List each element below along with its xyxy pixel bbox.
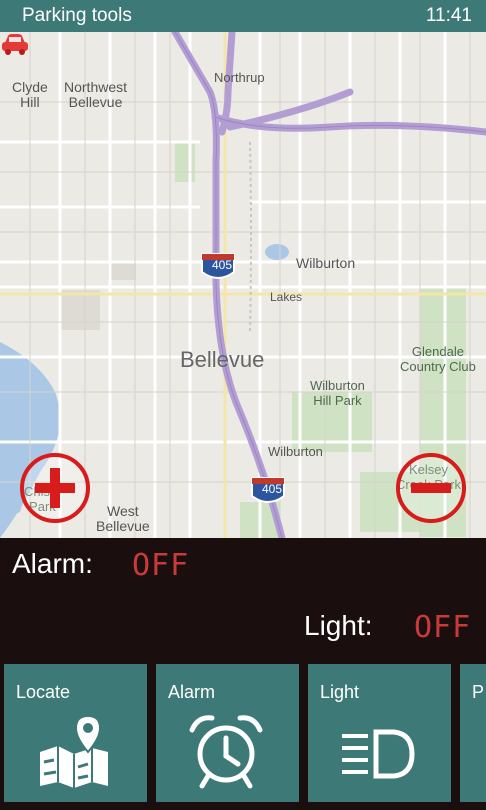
label-west-bellevue: West Bellevue [96, 503, 150, 534]
alarm-tile[interactable]: Alarm [156, 664, 299, 802]
label-wilburton-hill-park: Wilburton Hill Park [310, 378, 365, 408]
light-status-value: OFF [414, 610, 472, 645]
label-northrup: Northrup [214, 70, 265, 85]
locate-tile-label: Locate [16, 682, 71, 702]
status-panel: Alarm: OFF Light: OFF [0, 538, 486, 662]
map-view[interactable]: 405 405 Clyde Hill Northwest Bellevue No… [0, 32, 486, 538]
alarm-status-label: Alarm: [12, 548, 93, 579]
minus-icon [411, 483, 451, 493]
highway-405-label-bottom: 405 [262, 482, 283, 496]
highway-405-label-top: 405 [212, 258, 233, 272]
headlight-icon [342, 729, 415, 779]
label-glendale: Glendale Country Club [400, 344, 476, 374]
partial-tile-label: P [472, 682, 485, 702]
zoom-out-button[interactable] [396, 453, 466, 523]
locate-tile[interactable]: Locate [4, 664, 147, 802]
clock: 11:41 [425, 5, 472, 26]
parked-car-icon[interactable] [0, 32, 30, 56]
label-clyde-hill: Clyde Hill [12, 79, 48, 110]
partial-tile[interactable]: P [460, 664, 486, 802]
label-lakes: Lakes [270, 290, 303, 304]
light-tile-label: Light [320, 682, 360, 702]
label-northwest-bellevue: Northwest Bellevue [64, 79, 128, 110]
alarm-tile-label: Alarm [168, 682, 216, 702]
action-tiles: Locate Alarm Light P [0, 664, 486, 804]
label-wilburton-bottom: Wilburton [268, 444, 323, 459]
alarm-status-value: OFF [132, 548, 190, 583]
app-title: Parking tools [22, 5, 132, 26]
light-tile[interactable]: Light [308, 664, 451, 802]
title-bar: Parking tools 11:41 [0, 0, 486, 32]
map-marker-icon [40, 714, 108, 788]
zoom-in-button[interactable] [20, 453, 90, 523]
alarm-clock-icon [189, 715, 263, 789]
light-status-label: Light: [304, 610, 373, 641]
label-bellevue: Bellevue [180, 347, 265, 372]
label-wilburton-top: Wilburton [296, 255, 356, 271]
